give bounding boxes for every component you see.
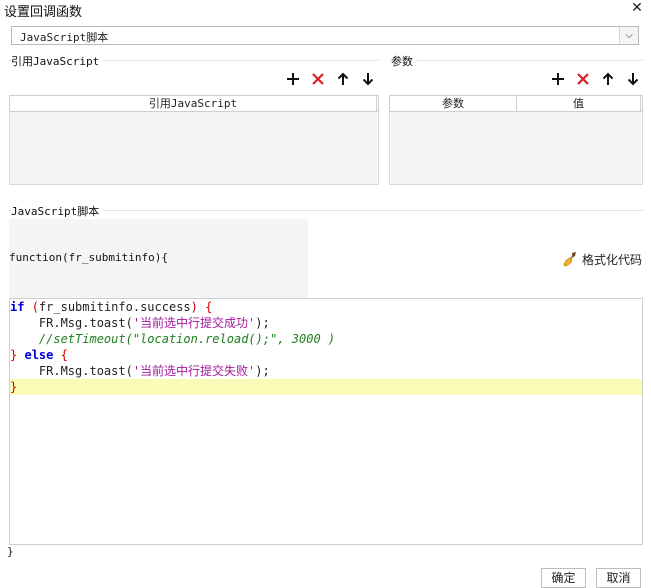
format-code-label: 格式化代码 [582, 252, 643, 267]
ref-add-button[interactable] [284, 70, 302, 88]
ref-table-header: 引用JavaScript [9, 95, 379, 112]
param-value-column-header[interactable]: 值 [517, 96, 641, 111]
arrow-up-icon [602, 72, 614, 85]
function-header: function(fr_submitinfo){ [9, 219, 308, 298]
params-table-body[interactable] [389, 112, 643, 185]
format-code-button[interactable]: 格式化代码 [562, 250, 642, 268]
params-toolbar [549, 70, 642, 88]
close-icon[interactable]: ✕ [628, 0, 646, 16]
code-line-6-current: } [10, 379, 642, 395]
params-table-header: 参数 值 [389, 95, 643, 112]
ok-button[interactable]: 确定 [541, 568, 586, 588]
ref-section-label: 引用JavaScript [11, 53, 104, 69]
params-move-down-button[interactable] [624, 70, 642, 88]
code-line-1: if (fr_submitinfo.success) { [10, 300, 213, 314]
dialog-title: 设置回调函数 [4, 5, 83, 20]
ref-toolbar [284, 70, 377, 88]
params-move-up-button[interactable] [599, 70, 617, 88]
script-type-value: JavaScript脚本 [20, 31, 109, 44]
delete-x-icon [577, 73, 589, 85]
function-closing-brace: } [7, 545, 14, 558]
script-section-label: JavaScript脚本 [11, 203, 104, 219]
cancel-button[interactable]: 取消 [596, 568, 641, 588]
arrow-down-icon [362, 73, 374, 86]
code-line-4: } else { [10, 348, 68, 362]
plus-icon [552, 73, 564, 85]
code-line-5: FR.Msg.toast('当前选中行提交失败'); [38, 364, 270, 378]
params-section-label: 参数 [391, 53, 417, 69]
ref-table-body[interactable] [9, 112, 379, 185]
param-name-column-header[interactable]: 参数 [390, 96, 517, 111]
ref-move-down-button[interactable] [359, 70, 377, 88]
function-signature: function(fr_submitinfo){ [9, 251, 168, 264]
ref-move-up-button[interactable] [334, 70, 352, 88]
chevron-down-icon[interactable]: ⌵ [619, 27, 638, 44]
plus-icon [287, 73, 299, 85]
broom-icon [563, 252, 576, 267]
params-section-divider [389, 60, 643, 61]
arrow-up-icon [337, 72, 349, 85]
params-add-button[interactable] [549, 70, 567, 88]
code-line-3: //setTimeout("location.reload();", 3000 … [38, 332, 336, 346]
script-section-divider [9, 210, 643, 211]
delete-x-icon [312, 73, 324, 85]
arrow-down-icon [627, 73, 639, 86]
script-type-select[interactable]: JavaScript脚本 ⌵ [11, 26, 639, 45]
code-line-2: FR.Msg.toast('当前选中行提交成功'); [38, 316, 270, 330]
params-delete-button[interactable] [574, 70, 592, 88]
code-editor[interactable]: if (fr_submitinfo.success) { FR.Msg.toas… [9, 298, 643, 545]
ref-column-header[interactable]: 引用JavaScript [10, 96, 377, 111]
ref-delete-button[interactable] [309, 70, 327, 88]
